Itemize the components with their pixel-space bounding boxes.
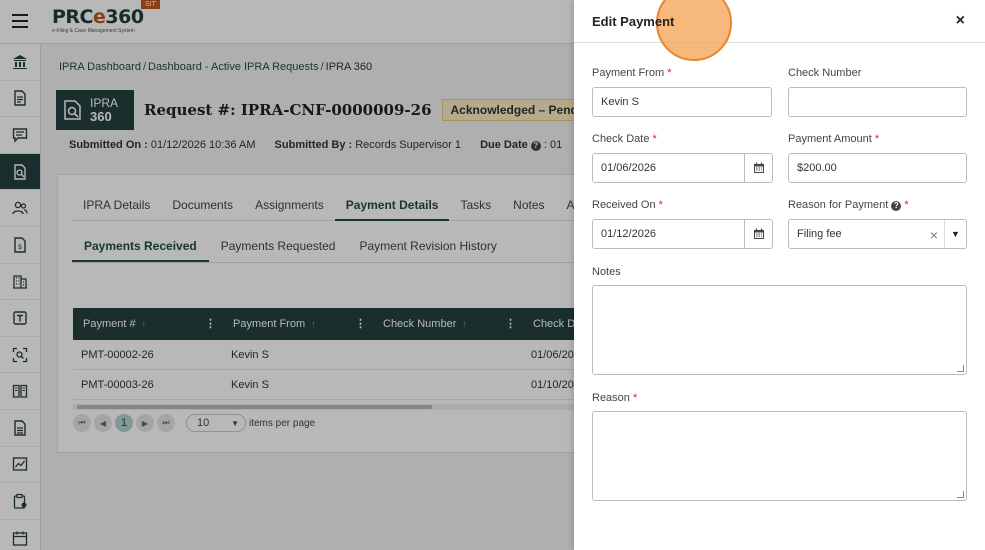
resize-handle-icon[interactable] (957, 491, 964, 498)
received-on-label: Received On * (592, 199, 663, 211)
reason-for-payment-label: Reason for Payment ? * (788, 199, 909, 211)
reason-for-payment-select[interactable]: Filing fee × ▼ (788, 219, 967, 249)
drawer-title: Edit Payment (592, 14, 675, 29)
payment-from-label: Payment From * (592, 67, 672, 79)
check-date-input[interactable]: 01/06/2026 (592, 153, 745, 183)
received-on-input[interactable]: 01/12/2026 (592, 219, 745, 249)
check-date-label: Check Date * (592, 133, 657, 145)
calendar-icon[interactable] (745, 153, 773, 183)
check-number-label: Check Number (788, 67, 862, 79)
payment-amount-label: Payment Amount * (788, 133, 880, 145)
reason-label: Reason * (592, 392, 638, 404)
click-indicator (656, 0, 732, 61)
clear-icon[interactable]: × (930, 227, 938, 243)
close-icon[interactable]: × (956, 12, 965, 30)
modal-backdrop[interactable] (0, 0, 574, 550)
notes-label: Notes (592, 266, 621, 278)
drawer-header: Edit Payment × (574, 0, 985, 61)
payment-amount-input[interactable]: $200.00 (788, 153, 967, 183)
edit-payment-drawer: Edit Payment × Payment From * Kevin S Ch… (574, 0, 985, 550)
payment-from-input[interactable]: Kevin S (592, 87, 772, 117)
reason-textarea[interactable] (592, 411, 967, 501)
resize-handle-icon[interactable] (957, 365, 964, 372)
help-icon[interactable]: ? (891, 201, 902, 211)
calendar-icon[interactable] (745, 219, 773, 249)
notes-textarea[interactable] (592, 285, 967, 375)
check-number-input[interactable] (788, 87, 967, 117)
chevron-down-icon[interactable]: ▼ (944, 220, 966, 248)
